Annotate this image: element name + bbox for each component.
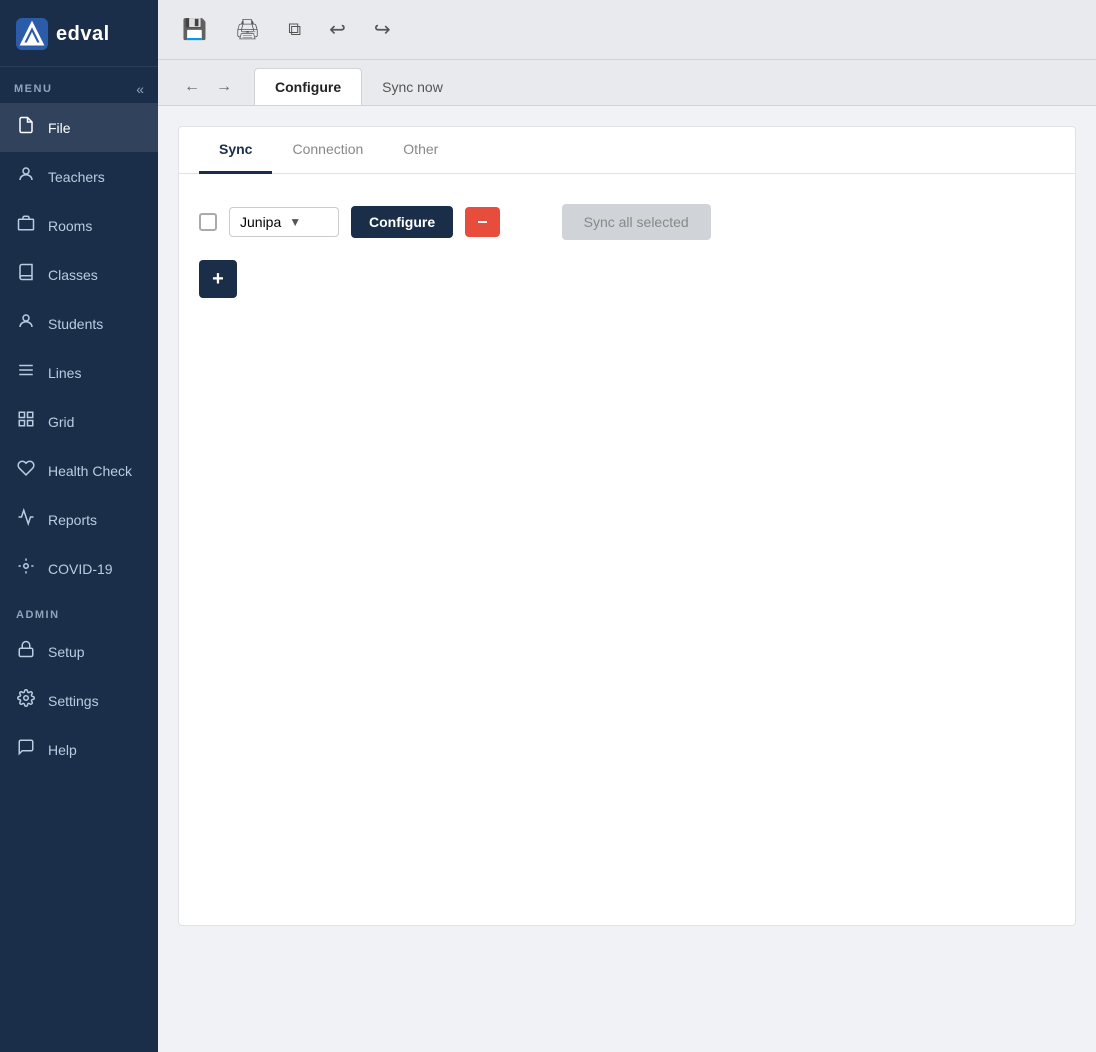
back-arrow[interactable]: ←	[178, 74, 206, 100]
inner-tabs: Sync Connection Other	[179, 127, 1075, 174]
brand-name: edval	[56, 23, 110, 46]
sidebar-item-label-settings: Settings	[48, 693, 99, 709]
add-button[interactable]: +	[199, 260, 237, 298]
sidebar-item-covid19[interactable]: COVID-19	[0, 544, 158, 593]
sidebar: edval MENU « File Teachers Rooms Classes…	[0, 0, 158, 1052]
tab-sync[interactable]: Sync	[199, 127, 272, 174]
admin-label: ADMIN	[0, 593, 158, 627]
health-check-icon	[16, 459, 36, 482]
sidebar-nav: File Teachers Rooms Classes Students Lin…	[0, 103, 158, 1052]
tab-other[interactable]: Other	[383, 127, 458, 174]
provider-value: Junipa	[240, 214, 281, 230]
sidebar-item-setup[interactable]: Setup	[0, 627, 158, 676]
tab-connection[interactable]: Connection	[272, 127, 383, 174]
sync-all-button[interactable]: Sync all selected	[562, 204, 711, 240]
sidebar-item-students[interactable]: Students	[0, 299, 158, 348]
forward-arrow[interactable]: →	[210, 74, 238, 100]
sidebar-item-health-check[interactable]: Health Check	[0, 446, 158, 495]
sidebar-item-label-students: Students	[48, 316, 103, 332]
save-icon[interactable]: 💾	[178, 13, 211, 46]
lines-icon	[16, 361, 36, 384]
tab-configure[interactable]: Configure	[254, 68, 362, 105]
main-area: 💾 🖨 ⧉ ↩ ↪ ← → Configure Sync now Sync Co…	[158, 0, 1096, 1052]
sidebar-item-label-teachers: Teachers	[48, 169, 105, 185]
sidebar-item-classes[interactable]: Classes	[0, 250, 158, 299]
sidebar-item-file[interactable]: File	[0, 103, 158, 152]
menu-label: MENU	[14, 83, 52, 95]
file-icon	[16, 116, 36, 139]
sidebar-item-rooms[interactable]: Rooms	[0, 201, 158, 250]
sidebar-item-label-lines: Lines	[48, 365, 81, 381]
collapse-icon[interactable]: «	[136, 81, 144, 97]
sidebar-item-teachers[interactable]: Teachers	[0, 152, 158, 201]
reports-icon	[16, 508, 36, 531]
logo-icon	[16, 18, 48, 50]
copy-icon[interactable]: ⧉	[284, 15, 305, 44]
students-icon	[16, 312, 36, 335]
sidebar-item-label-grid: Grid	[48, 414, 74, 430]
tab-sync-now[interactable]: Sync now	[362, 69, 463, 105]
sync-checkbox[interactable]	[199, 213, 217, 231]
sync-content: Junipa ▼ Configure − Sync all selected +	[179, 174, 1075, 328]
configure-button[interactable]: Configure	[351, 206, 453, 238]
content-area: Sync Connection Other Junipa ▼ Configure…	[158, 106, 1096, 1052]
sidebar-item-label-file: File	[48, 120, 71, 136]
setup-icon	[16, 640, 36, 663]
sidebar-item-label-rooms: Rooms	[48, 218, 92, 234]
undo-icon[interactable]: ↩	[325, 13, 350, 46]
sync-row: Junipa ▼ Configure − Sync all selected	[199, 204, 1055, 240]
sidebar-item-label-classes: Classes	[48, 267, 98, 283]
sidebar-item-grid[interactable]: Grid	[0, 397, 158, 446]
sidebar-item-label-setup: Setup	[48, 644, 85, 660]
grid-icon	[16, 410, 36, 433]
teachers-icon	[16, 165, 36, 188]
sidebar-item-label-reports: Reports	[48, 512, 97, 528]
redo-icon[interactable]: ↪	[370, 13, 395, 46]
toolbar: 💾 🖨 ⧉ ↩ ↪	[158, 0, 1096, 60]
provider-dropdown[interactable]: Junipa ▼	[229, 207, 339, 237]
settings-icon	[16, 689, 36, 712]
sidebar-item-label-help: Help	[48, 742, 77, 758]
print-icon[interactable]: 🖨	[231, 13, 264, 46]
rooms-icon	[16, 214, 36, 237]
sidebar-item-reports[interactable]: Reports	[0, 495, 158, 544]
sidebar-item-label-covid19: COVID-19	[48, 561, 113, 577]
classes-icon	[16, 263, 36, 286]
sidebar-item-lines[interactable]: Lines	[0, 348, 158, 397]
sidebar-item-settings[interactable]: Settings	[0, 676, 158, 725]
sidebar-item-label-health-check: Health Check	[48, 463, 132, 479]
page-nav-bar: ← → Configure Sync now	[158, 60, 1096, 106]
covid19-icon	[16, 557, 36, 580]
logo-area: edval	[0, 0, 158, 67]
menu-header: MENU «	[0, 67, 158, 103]
dropdown-arrow-icon: ▼	[289, 215, 301, 229]
nav-arrows: ← →	[178, 74, 238, 100]
help-icon	[16, 738, 36, 761]
main-card: Sync Connection Other Junipa ▼ Configure…	[178, 126, 1076, 926]
remove-button[interactable]: −	[465, 207, 500, 237]
sidebar-item-help[interactable]: Help	[0, 725, 158, 774]
